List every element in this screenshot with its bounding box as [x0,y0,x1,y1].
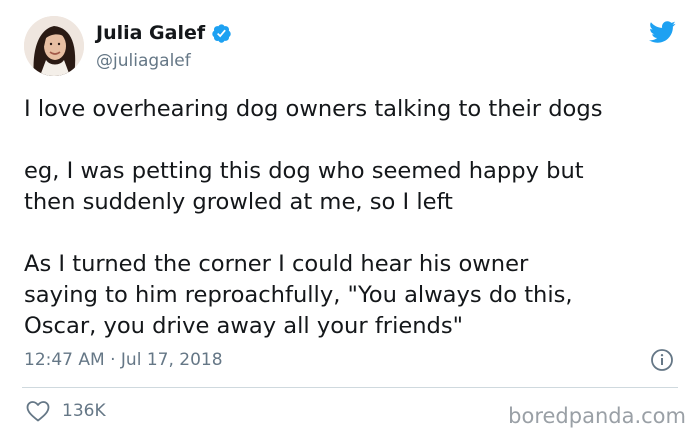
like-count: 136K [62,401,106,421]
info-icon[interactable] [650,348,674,372]
author-name-row[interactable]: Julia Galef [96,21,232,45]
author-display-name[interactable]: Julia Galef [96,21,205,45]
tweet-paragraph: I love overhearing dog owners talking to… [24,96,603,122]
like-action[interactable]: 136K [26,400,106,422]
tweet-text: I love overhearing dog owners talking to… [24,94,684,342]
twitter-bird-icon[interactable] [646,18,678,46]
watermark: boredpanda.com [508,404,686,428]
avatar[interactable] [24,16,84,76]
author-handle[interactable]: @juliagalef [96,50,191,72]
avatar-image [24,16,84,76]
tweet-card: Julia Galef @juliagalef I love overheari… [0,0,700,442]
tweet-timestamp[interactable]: 12:47 AM · Jul 17, 2018 [24,349,223,371]
divider [22,387,678,388]
heart-icon[interactable] [26,400,50,422]
tweet-paragraph: As I turned the corner I could hear his … [24,251,573,339]
verified-badge-icon [211,23,232,44]
tweet-paragraph: eg, I was petting this dog who seemed ha… [24,158,584,215]
